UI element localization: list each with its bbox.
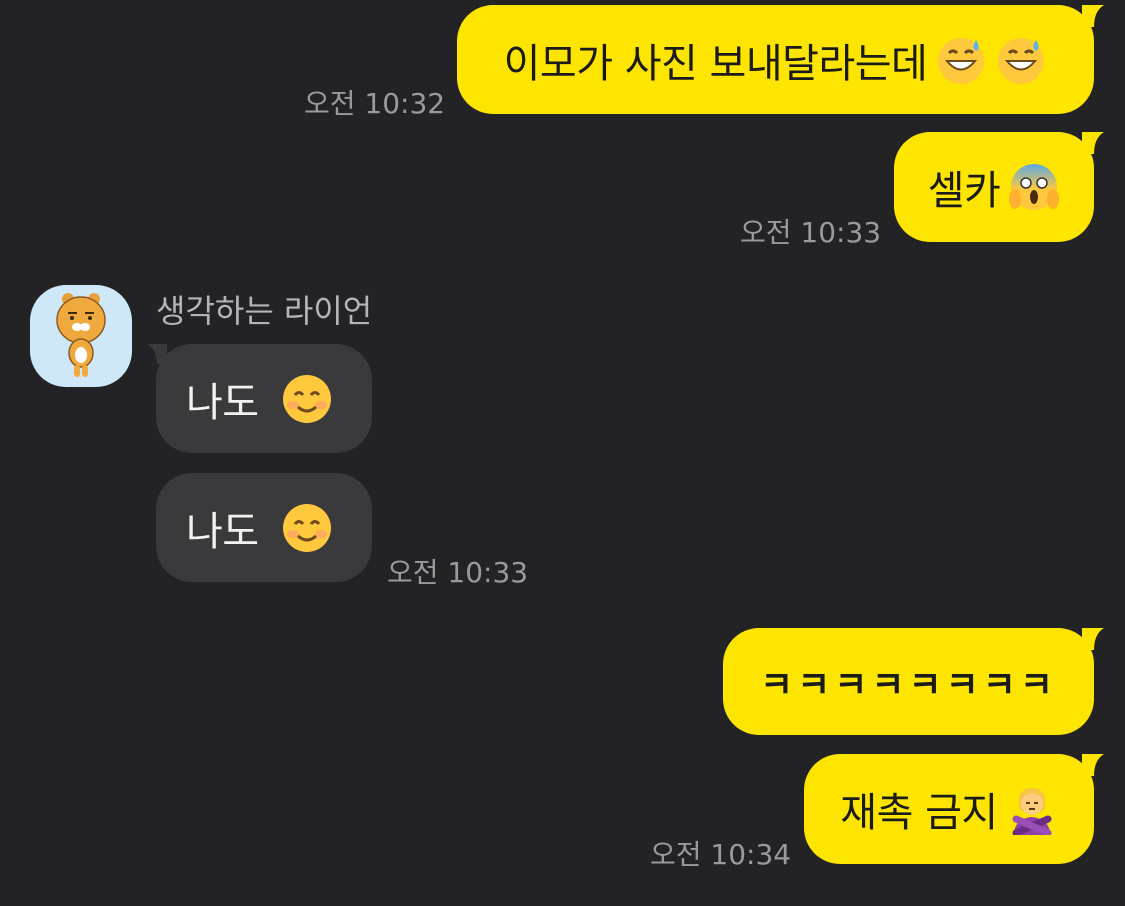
message-timestamp: 오전 10:32	[304, 87, 446, 120]
received-message-bubble[interactable]: 나도	[156, 473, 372, 582]
message-text: ㅋㅋㅋㅋㅋㅋㅋㅋ	[760, 664, 1057, 706]
sweat-smile-icon	[938, 37, 985, 84]
chat-container: 이모가 사진 보내달라는데 오전 10:32 셀카 오전 10:33 생각하는 …	[0, 0, 1125, 906]
person-gesturing-no-icon	[1012, 788, 1052, 835]
my-message-bubble[interactable]: 셀카	[894, 132, 1094, 242]
my-message-bubble[interactable]: 이모가 사진 보내달라는데	[457, 5, 1094, 114]
my-message-bubble[interactable]: 재촉 금지	[804, 754, 1094, 864]
bubble-tail	[1082, 132, 1104, 154]
ryan-character-icon	[56, 293, 106, 377]
bubble-tail	[1082, 628, 1104, 650]
bubble-tail	[1082, 754, 1104, 776]
smiling-face-icon	[282, 503, 331, 552]
message-text: 이모가 사진 보내달라는데	[503, 40, 928, 87]
message-text: 재촉 금지	[840, 790, 998, 836]
my-message-bubble[interactable]: ㅋㅋㅋㅋㅋㅋㅋㅋ	[723, 628, 1094, 735]
message-text: 나도	[186, 508, 259, 555]
message-timestamp: 오전 10:34	[650, 838, 792, 871]
message-text: 셀카	[927, 168, 1001, 214]
scream-face-icon	[1009, 164, 1060, 210]
smiling-face-icon	[282, 374, 331, 423]
sender-avatar[interactable]	[30, 285, 132, 387]
message-text: 나도	[186, 379, 259, 426]
bubble-tail	[1082, 5, 1104, 27]
sweat-smile-icon	[998, 37, 1045, 84]
message-timestamp: 오전 10:33	[387, 556, 529, 589]
sender-name: 생각하는 라이언	[156, 292, 373, 330]
received-message-bubble[interactable]: 나도	[156, 344, 372, 453]
message-timestamp: 오전 10:33	[740, 216, 882, 249]
